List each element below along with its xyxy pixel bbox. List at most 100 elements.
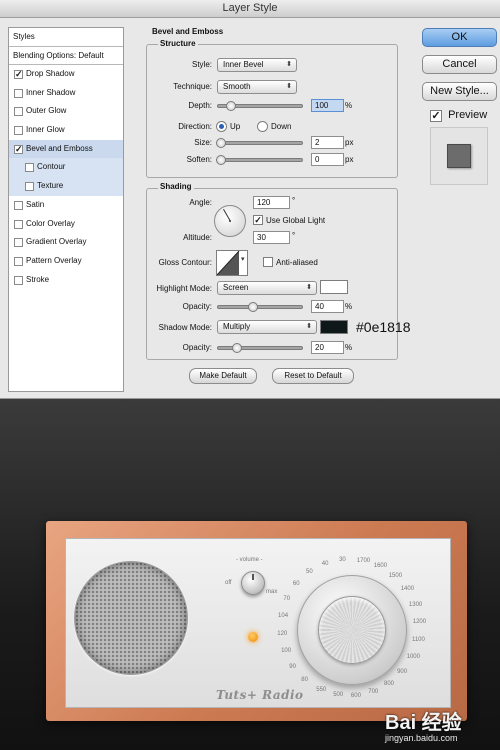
anti-aliased-label: Anti-aliased bbox=[276, 258, 318, 267]
reset-to-default-button[interactable]: Reset to Default bbox=[272, 368, 354, 384]
style-item[interactable]: Color Overlay bbox=[9, 215, 123, 234]
frequency-mark: 120 bbox=[277, 630, 288, 637]
speaker-grille bbox=[74, 561, 188, 675]
style-checkbox[interactable] bbox=[14, 275, 23, 285]
contour-curve-icon: ▾ bbox=[217, 251, 245, 275]
depth-slider[interactable] bbox=[217, 101, 303, 111]
shadow-mode-value: Multiply bbox=[223, 322, 251, 331]
shadow-color-hex-annotation: #0e1818 bbox=[356, 319, 411, 335]
style-item[interactable]: Stroke bbox=[9, 271, 123, 290]
shadow-opacity-unit: % bbox=[345, 343, 353, 352]
volume-max-label: max bbox=[266, 589, 278, 595]
frequency-mark: 40 bbox=[321, 561, 329, 568]
style-checkbox[interactable]: ✓ bbox=[14, 70, 23, 79]
volume-off-label: off bbox=[225, 580, 232, 586]
style-item-label: Gradient Overlay bbox=[26, 237, 87, 247]
style-item[interactable]: Inner Glow bbox=[9, 121, 123, 140]
gloss-contour-picker[interactable]: ▾ bbox=[216, 250, 248, 276]
direction-down-label: Down bbox=[271, 122, 292, 131]
style-checkbox[interactable] bbox=[14, 126, 23, 136]
structure-title: Structure bbox=[158, 39, 198, 48]
style-item[interactable]: Contour bbox=[9, 158, 123, 178]
style-checkbox[interactable] bbox=[25, 163, 34, 173]
style-item-label: Drop Shadow bbox=[26, 69, 75, 78]
technique-select[interactable]: Smooth ⬍ bbox=[217, 80, 297, 94]
blending-options-item[interactable]: Blending Options: Default bbox=[9, 47, 123, 65]
radio-brand-logo: Tuts+ Radio bbox=[216, 688, 304, 702]
style-item[interactable]: Outer Glow bbox=[9, 102, 123, 121]
highlight-mode-value: Screen bbox=[223, 283, 249, 292]
preview-toggle[interactable]: ✓ Preview bbox=[430, 109, 487, 122]
frequency-mark: 1700 bbox=[356, 558, 371, 565]
style-item-label: Texture bbox=[37, 181, 64, 191]
direction-up-radio[interactable] bbox=[216, 121, 227, 132]
chevron-updown-icon: ⬍ bbox=[306, 323, 312, 330]
angle-label: Angle: bbox=[189, 198, 212, 207]
shadow-mode-select[interactable]: Multiply ⬍ bbox=[217, 320, 317, 334]
frequency-mark: 1300 bbox=[408, 601, 423, 608]
style-checkbox[interactable] bbox=[14, 256, 23, 266]
frequency-mark: 1600 bbox=[373, 563, 388, 570]
shadow-opacity-input[interactable]: 20 bbox=[311, 341, 344, 354]
soften-input[interactable]: 0 bbox=[311, 153, 344, 166]
frequency-mark: 60 bbox=[292, 581, 300, 588]
slider-knob[interactable] bbox=[248, 302, 258, 312]
frequency-mark: 1200 bbox=[412, 619, 427, 626]
highlight-color-swatch[interactable] bbox=[320, 280, 348, 294]
style-item[interactable]: Satin bbox=[9, 196, 123, 215]
style-select[interactable]: Inner Bevel ⬍ bbox=[217, 58, 297, 72]
styles-header[interactable]: Styles bbox=[9, 28, 123, 47]
style-item[interactable]: ✓ Drop Shadow bbox=[9, 65, 123, 84]
soften-slider[interactable] bbox=[216, 155, 303, 165]
altitude-input[interactable]: 30 bbox=[253, 231, 290, 244]
make-default-button[interactable]: Make Default bbox=[189, 368, 257, 384]
shadow-color-swatch[interactable] bbox=[320, 320, 348, 334]
style-item[interactable]: Inner Shadow bbox=[9, 84, 123, 103]
soften-unit: px bbox=[345, 155, 354, 164]
style-checkbox[interactable]: ✓ bbox=[14, 144, 23, 154]
highlight-mode-select[interactable]: Screen ⬍ bbox=[217, 281, 317, 295]
angle-unit: ° bbox=[292, 196, 296, 205]
style-item[interactable]: Gradient Overlay bbox=[9, 233, 123, 252]
altitude-label: Altitude: bbox=[183, 233, 212, 242]
frequency-mark: 1400 bbox=[400, 585, 415, 592]
tuning-dial-knob bbox=[318, 596, 386, 664]
size-slider[interactable] bbox=[216, 138, 303, 148]
style-checkbox[interactable] bbox=[14, 88, 23, 98]
style-checkbox[interactable] bbox=[14, 219, 23, 229]
style-item[interactable]: ✓ Bevel and Emboss bbox=[9, 139, 123, 159]
anti-aliased-checkbox[interactable] bbox=[263, 257, 273, 267]
style-item[interactable]: Texture bbox=[9, 177, 123, 196]
direction-down-radio[interactable] bbox=[257, 121, 268, 132]
slider-knob[interactable] bbox=[216, 155, 226, 165]
slider-knob[interactable] bbox=[226, 101, 236, 111]
style-checkbox[interactable] bbox=[14, 200, 23, 210]
slider-knob[interactable] bbox=[216, 138, 226, 148]
ok-button[interactable]: OK bbox=[422, 28, 497, 47]
style-item-label: Stroke bbox=[26, 274, 50, 284]
style-item[interactable]: Pattern Overlay bbox=[9, 252, 123, 271]
slider-knob[interactable] bbox=[232, 343, 242, 353]
new-style-button[interactable]: New Style... bbox=[422, 82, 497, 101]
style-item-label: Satin bbox=[26, 199, 45, 209]
highlight-opacity-input[interactable]: 40 bbox=[311, 300, 344, 313]
size-unit: px bbox=[345, 138, 354, 147]
shadow-opacity-slider[interactable] bbox=[217, 343, 303, 353]
depth-input[interactable]: 100 bbox=[311, 99, 344, 112]
cancel-button[interactable]: Cancel bbox=[422, 55, 497, 74]
style-label: Style: bbox=[191, 60, 212, 69]
style-checkbox[interactable] bbox=[25, 182, 34, 192]
use-global-light-checkbox[interactable]: ✓ bbox=[253, 215, 263, 225]
frequency-mark: 90 bbox=[289, 664, 296, 670]
preview-checkbox[interactable]: ✓ bbox=[430, 110, 442, 122]
style-checkbox[interactable] bbox=[14, 107, 23, 117]
style-checkbox[interactable] bbox=[14, 238, 23, 248]
angle-input[interactable]: 120 bbox=[253, 196, 290, 209]
highlight-opacity-slider[interactable] bbox=[217, 302, 303, 312]
frequency-mark: 700 bbox=[368, 688, 379, 695]
preview-swatch bbox=[447, 144, 471, 168]
angle-dial[interactable] bbox=[214, 205, 246, 237]
volume-label: - volume - bbox=[236, 557, 263, 563]
frequency-mark: 500 bbox=[333, 691, 344, 698]
size-input[interactable]: 2 bbox=[311, 136, 344, 149]
